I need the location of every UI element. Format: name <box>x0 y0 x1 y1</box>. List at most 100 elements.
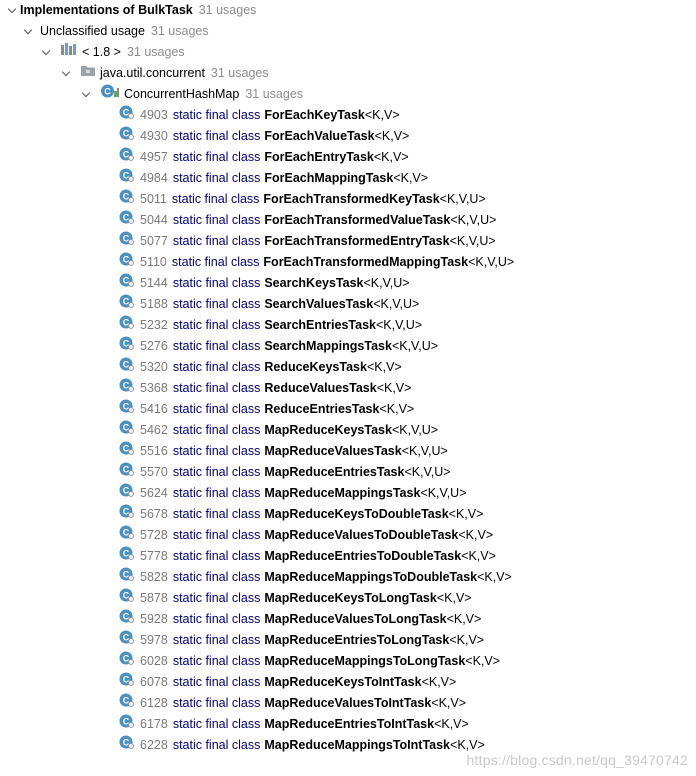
class-name: ForEachTransformedValueTask <box>264 213 451 227</box>
tree-node-package[interactable]: java.util.concurrent 31 usages <box>60 63 269 84</box>
list-item[interactable]: C 5778 static final class MapReduceEntriesT… <box>118 546 496 567</box>
list-item[interactable]: C 6128 static final class MapReduceValuesTo… <box>118 693 466 714</box>
inner-class-icon: C <box>118 377 136 400</box>
list-item[interactable]: C 5077 static final class ForEachTransforme… <box>118 231 496 252</box>
chevron-down-icon[interactable] <box>22 21 36 42</box>
modifier-keywords: static final class <box>172 612 261 626</box>
list-item[interactable]: C 5368 static final class ReduceValuesTask <… <box>118 378 411 399</box>
line-number: 5320 <box>140 360 168 374</box>
inner-class-icon: C <box>118 146 136 169</box>
line-number: 5188 <box>140 297 168 311</box>
type-parameters: <K,V> <box>436 591 472 605</box>
list-item[interactable]: C 5110 static final class ForEachTransforme… <box>118 252 514 273</box>
tree-node-jdk-library[interactable]: < 1.8 > 31 usages <box>40 42 185 63</box>
list-item[interactable]: C 5232 static final class SearchEntriesTask… <box>118 315 422 336</box>
inner-class-icon: C <box>118 734 136 757</box>
modifier-keywords: static final class <box>172 549 261 563</box>
list-item[interactable]: C 5878 static final class MapReduceKeysToLo… <box>118 588 472 609</box>
outer-class-usages: 31 usages <box>245 87 304 101</box>
chevron-down-icon[interactable] <box>60 63 74 84</box>
list-item[interactable]: C 4984 static final class ForEachMappingTas… <box>118 168 428 189</box>
list-item[interactable]: C 5320 static final class ReduceKeysTask <K,… <box>118 357 402 378</box>
modifier-keywords: static final class <box>172 318 261 332</box>
line-number: 4984 <box>140 171 168 185</box>
list-item[interactable]: C 4957 static final class ForEachEntryTask <… <box>118 147 409 168</box>
inner-class-icon: C <box>118 713 136 736</box>
tree-node-outer-class[interactable]: C ConcurrentHashMap 31 usages <box>80 84 303 105</box>
line-number: 5778 <box>140 549 168 563</box>
modifier-keywords: static final class <box>172 234 261 248</box>
line-number: 4903 <box>140 108 168 122</box>
list-item[interactable]: C 4903 static final class ForEachKeyTask <K,… <box>118 105 400 126</box>
tree-node-unclassified-usage[interactable]: Unclassified usage 31 usages <box>22 21 209 42</box>
line-number: 6178 <box>140 717 168 731</box>
inner-class-icon: C <box>118 461 136 484</box>
modifier-keywords: static final class <box>172 465 261 479</box>
type-parameters: <K,V> <box>376 381 412 395</box>
modifier-keywords: static final class <box>172 171 261 185</box>
type-parameters: <K,V,U> <box>468 255 515 269</box>
inner-class-icon: C <box>118 692 136 715</box>
type-parameters: <K,V,U> <box>450 213 497 227</box>
list-item[interactable]: C 6078 static final class MapReduceKeysToIn… <box>118 672 456 693</box>
class-name: ForEachTransformedMappingTask <box>263 255 469 269</box>
list-item[interactable]: C 6028 static final class MapReduceMappings… <box>118 651 500 672</box>
list-item[interactable]: C 5416 static final class ReduceEntriesTask… <box>118 399 414 420</box>
line-number: 6228 <box>140 738 168 752</box>
list-item[interactable]: C 5011 static final class ForEachTransforme… <box>118 189 486 210</box>
list-item[interactable]: C 5516 static final class MapReduceValuesTa… <box>118 441 448 462</box>
line-number: 5878 <box>140 591 168 605</box>
class-name: MapReduceKeysToDoubleTask <box>264 507 449 521</box>
chevron-down-icon[interactable] <box>6 0 20 21</box>
list-item[interactable]: C 4930 static final class ForEachValueTask <… <box>118 126 409 147</box>
library-icon <box>60 42 78 63</box>
modifier-keywords: static final class <box>172 696 261 710</box>
list-item[interactable]: C 6178 static final class MapReduceEntriesT… <box>118 714 469 735</box>
modifier-keywords: static final class <box>172 297 261 311</box>
line-number: 6128 <box>140 696 168 710</box>
modifier-keywords: static final class <box>172 675 261 689</box>
chevron-down-icon[interactable] <box>80 84 94 105</box>
modifier-keywords: static final class <box>172 486 261 500</box>
list-item[interactable]: C 5928 static final class MapReduceValuesTo… <box>118 609 481 630</box>
list-item[interactable]: C 5276 static final class SearchMappingsTas… <box>118 336 438 357</box>
list-item[interactable]: C 5678 static final class MapReduceKeysToDo… <box>118 504 483 525</box>
chevron-down-icon[interactable] <box>40 42 54 63</box>
list-item[interactable]: C 5728 static final class MapReduceValuesTo… <box>118 525 493 546</box>
inner-class-icon: C <box>118 356 136 379</box>
type-parameters: <K,V> <box>421 675 457 689</box>
list-item[interactable]: C 5978 static final class MapReduceEntriesT… <box>118 630 484 651</box>
class-name: SearchMappingsTask <box>264 339 392 353</box>
line-number: 5044 <box>140 213 168 227</box>
list-item[interactable]: C 5570 static final class MapReduceEntriesT… <box>118 462 451 483</box>
tree-root-implementations[interactable]: Implementations of BulkTask 31 usages <box>6 0 256 21</box>
list-item[interactable]: C 5044 static final class ForEachTransforme… <box>118 210 496 231</box>
list-item[interactable]: C 6228 static final class MapReduceMappings… <box>118 735 485 756</box>
list-item[interactable]: C 5624 static final class MapReduceMappings… <box>118 483 467 504</box>
inner-class-icon: C <box>118 440 136 463</box>
root-title: Implementations of BulkTask <box>20 3 193 17</box>
inner-class-icon: C <box>118 293 136 316</box>
type-parameters: <K,V> <box>366 360 402 374</box>
line-number: 5928 <box>140 612 168 626</box>
type-parameters: <K,V,U> <box>439 192 486 206</box>
class-name: MapReduceValuesToLongTask <box>264 612 447 626</box>
inner-class-icon: C <box>118 419 136 442</box>
class-icon: C <box>100 83 120 106</box>
modifier-keywords: static final class <box>172 738 261 752</box>
root-usages: 31 usages <box>198 3 257 17</box>
type-parameters: <K,V,U> <box>401 444 448 458</box>
list-item[interactable]: C 5828 static final class MapReduceMappings… <box>118 567 512 588</box>
list-item[interactable]: C 5188 static final class SearchValuesTask <… <box>118 294 419 315</box>
type-parameters: <K,V,U> <box>363 276 410 290</box>
modifier-keywords: static final class <box>171 255 260 269</box>
inner-class-icon: C <box>118 251 136 274</box>
list-item[interactable]: C 5462 static final class MapReduceKeysTask… <box>118 420 438 441</box>
class-name: ReduceEntriesTask <box>264 402 380 416</box>
modifier-keywords: static final class <box>172 507 261 521</box>
line-number: 5462 <box>140 423 168 437</box>
library-label: < 1.8 > <box>82 45 121 59</box>
line-number: 6078 <box>140 675 168 689</box>
list-item[interactable]: C 5144 static final class SearchKeysTask <K,… <box>118 273 410 294</box>
modifier-keywords: static final class <box>172 339 261 353</box>
